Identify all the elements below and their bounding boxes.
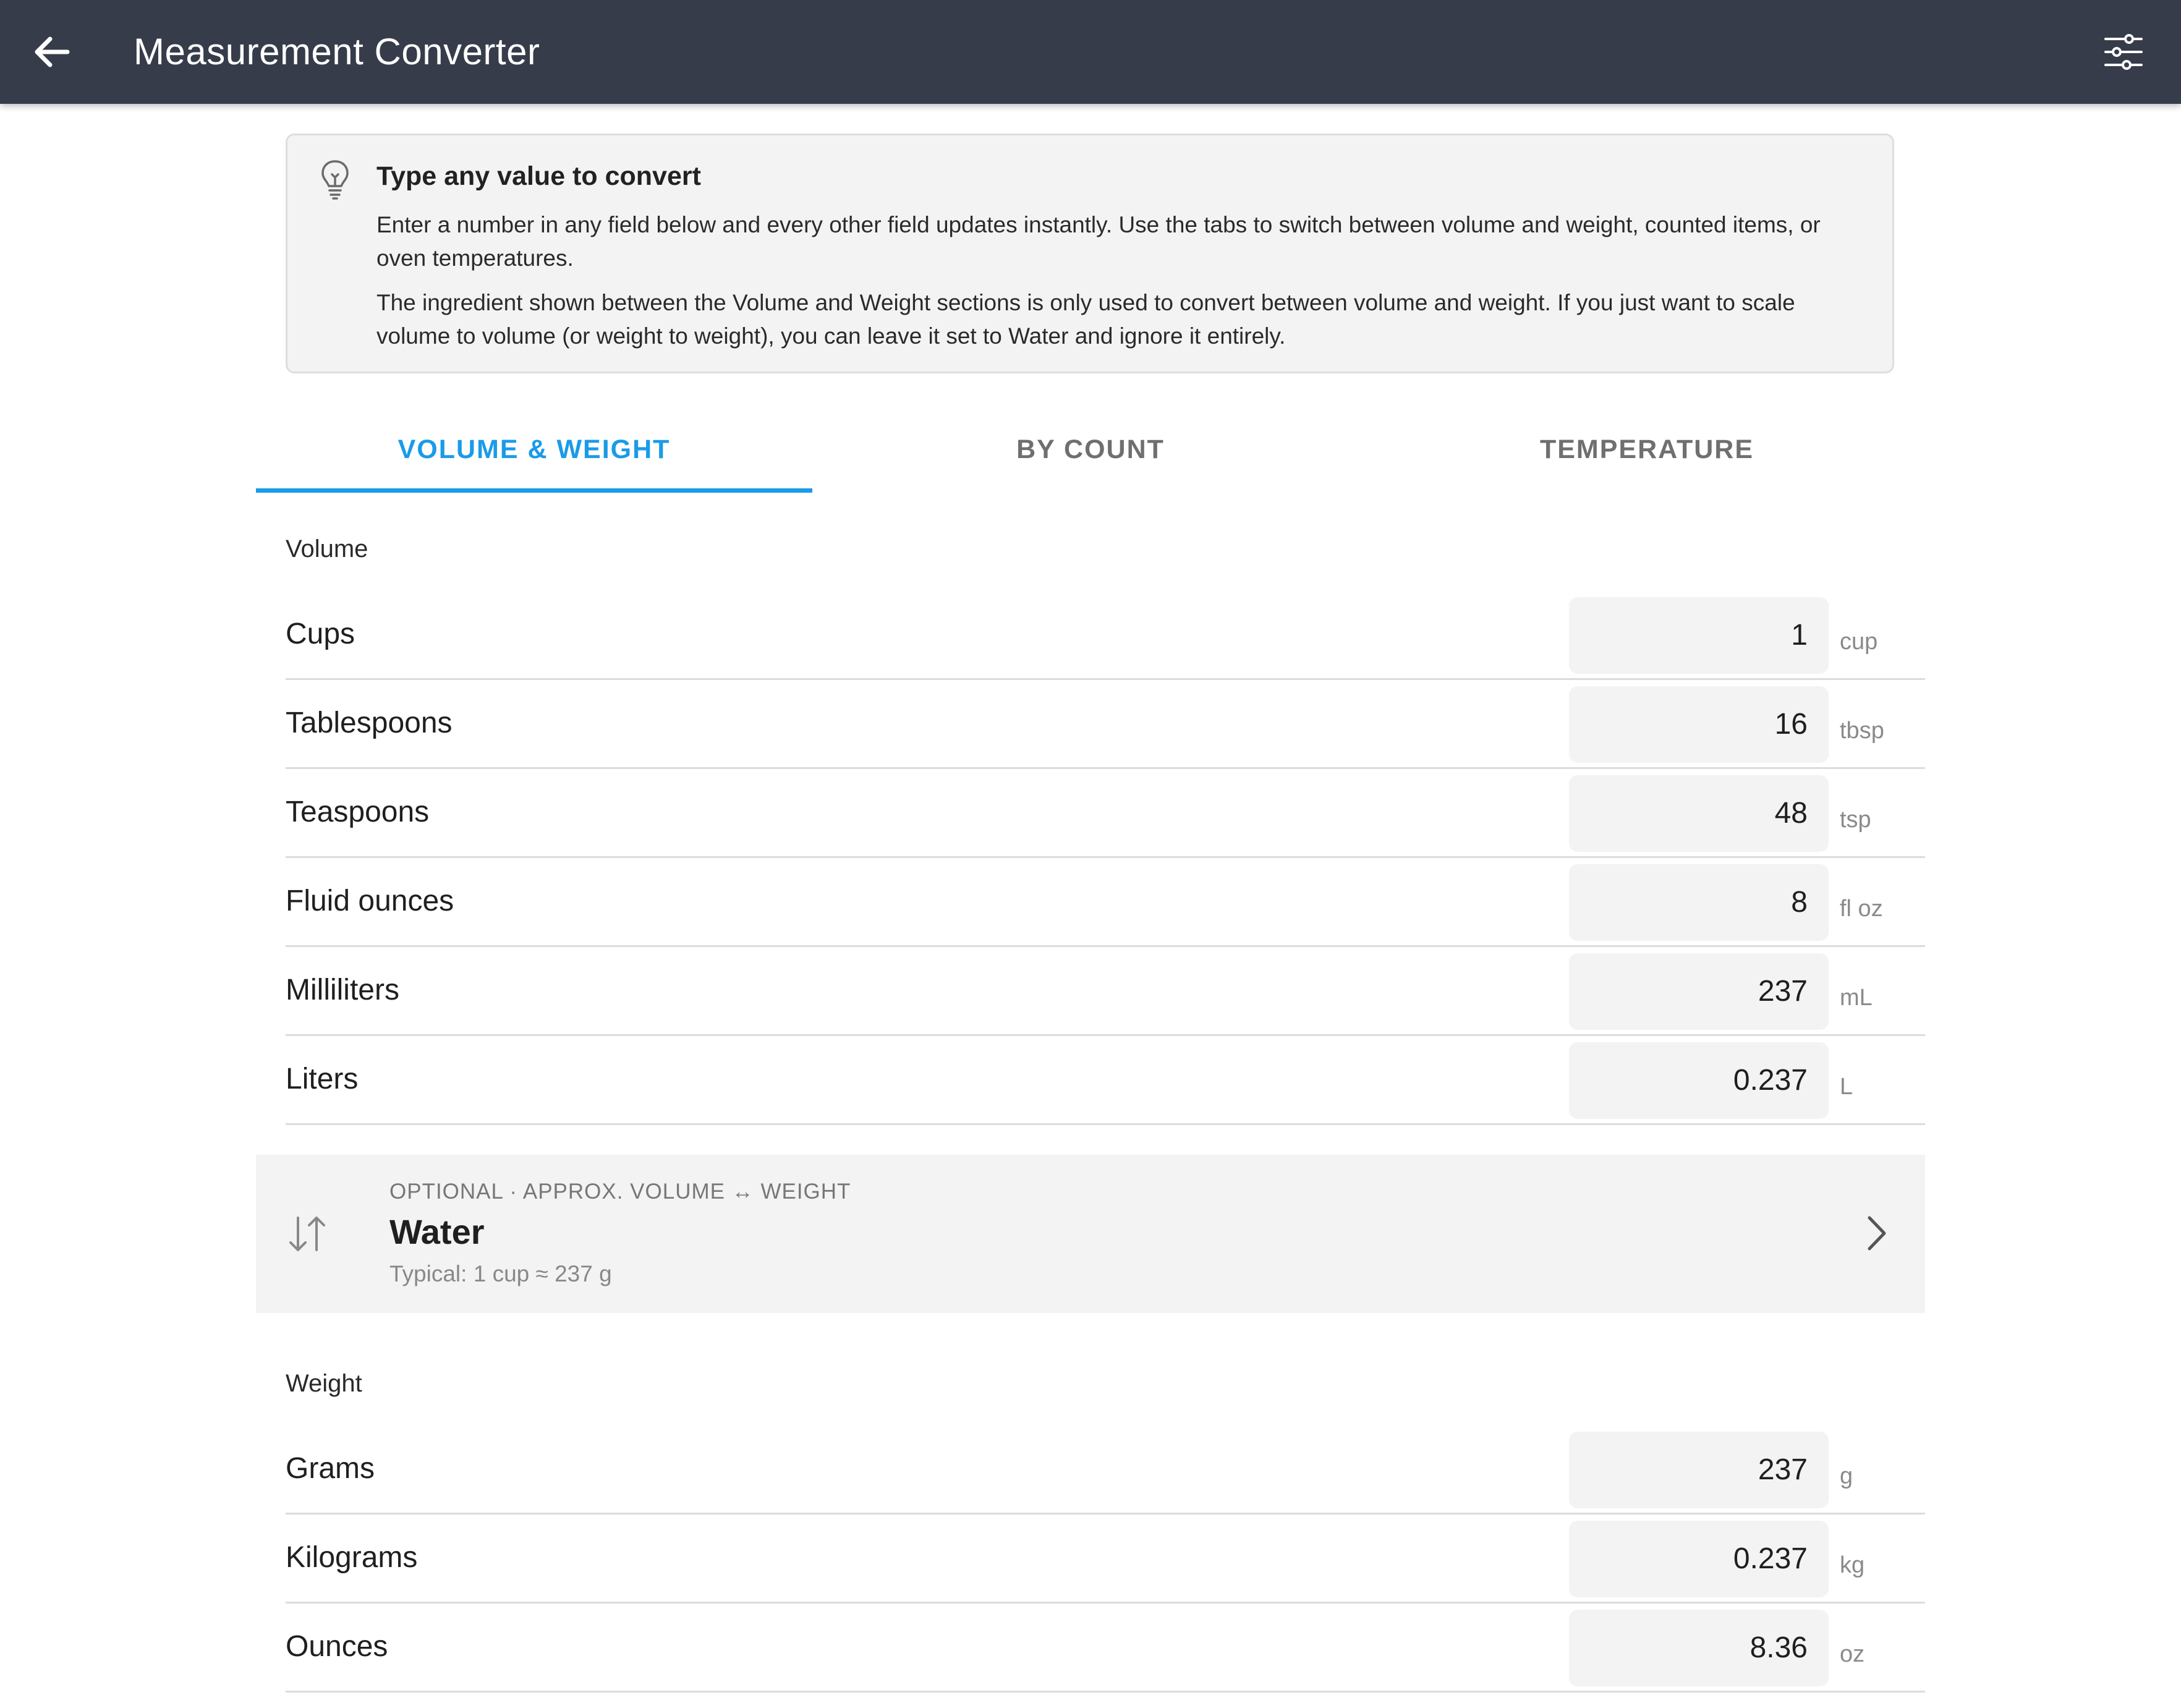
row-label: Ounces xyxy=(286,1630,388,1663)
row-label: Cups xyxy=(286,618,355,650)
info-paragraph-1: Enter a number in any field below and ev… xyxy=(376,212,1821,271)
unit-label: cup xyxy=(1840,629,1878,655)
unit-label: oz xyxy=(1840,1641,1865,1667)
fluid-ounces-input[interactable]: 8 xyxy=(1569,864,1829,941)
kilograms-input[interactable]: 0.237 xyxy=(1569,1521,1829,1597)
row-label: Grams xyxy=(286,1452,375,1485)
cups-input[interactable]: 1 xyxy=(1569,597,1829,674)
swap-vertical-icon xyxy=(286,1214,329,1254)
ingredient-caption: OPTIONAL · APPROX. VOLUME ↔ WEIGHT xyxy=(389,1179,851,1204)
row-cups: Cups 1 cup xyxy=(286,591,1925,680)
ingredient-name: Water xyxy=(389,1212,485,1251)
ingredient-selector[interactable]: OPTIONAL · APPROX. VOLUME ↔ WEIGHT Water… xyxy=(256,1155,1925,1313)
liters-input[interactable]: 0.237 xyxy=(1569,1042,1829,1119)
tab-indicator xyxy=(256,488,812,493)
sliders-icon[interactable] xyxy=(2102,30,2145,74)
lightbulb-icon xyxy=(320,159,351,201)
row-label: Liters xyxy=(286,1063,359,1095)
row-tablespoons: Tablespoons 16 tbsp xyxy=(286,680,1925,769)
row-teaspoons: Teaspoons 48 tsp xyxy=(286,769,1925,858)
row-grams: Grams 237 g xyxy=(286,1425,1925,1515)
row-ounces: Ounces 8.36 oz xyxy=(286,1604,1925,1693)
row-label: Kilograms xyxy=(286,1541,418,1574)
app-bar: Measurement Converter xyxy=(0,0,2181,104)
unit-label: mL xyxy=(1840,985,1873,1011)
row-liters: Liters 0.237 L xyxy=(286,1036,1925,1125)
row-label: Tablespoons xyxy=(286,707,453,739)
tab-volume-weight[interactable]: VOLUME & WEIGHT xyxy=(256,408,812,493)
info-title: Type any value to convert xyxy=(376,161,701,191)
row-milliliters: Milliliters 237 mL xyxy=(286,947,1925,1036)
unit-label: g xyxy=(1840,1463,1853,1489)
chevron-right-icon[interactable] xyxy=(1861,1213,1892,1254)
tab-by-count[interactable]: BY COUNT xyxy=(812,408,1369,493)
info-paragraph-2: The ingredient shown between the Volume … xyxy=(376,290,1795,349)
back-arrow-icon[interactable] xyxy=(28,28,76,76)
row-label: Fluid ounces xyxy=(286,885,454,917)
grams-input[interactable]: 237 xyxy=(1569,1432,1829,1508)
ingredient-typical: Typical: 1 cup ≈ 237 g xyxy=(389,1261,612,1286)
ounces-input[interactable]: 8.36 xyxy=(1569,1610,1829,1686)
row-label: Milliliters xyxy=(286,974,399,1006)
unit-label: tbsp xyxy=(1840,718,1884,744)
info-card: Type any value to convert Enter a number… xyxy=(286,134,1894,373)
unit-label: L xyxy=(1840,1074,1853,1100)
tab-bar: VOLUME & WEIGHT BY COUNT TEMPERATURE xyxy=(256,408,1925,493)
row-fluid-ounces: Fluid ounces 8 fl oz xyxy=(286,858,1925,947)
section-label-weight: Weight xyxy=(286,1370,362,1397)
unit-label: kg xyxy=(1840,1552,1865,1578)
tablespoons-input[interactable]: 16 xyxy=(1569,686,1829,763)
teaspoons-input[interactable]: 48 xyxy=(1569,775,1829,852)
unit-label: tsp xyxy=(1840,807,1871,833)
row-label: Teaspoons xyxy=(286,796,430,828)
section-label-volume: Volume xyxy=(286,535,368,563)
milliliters-input[interactable]: 237 xyxy=(1569,953,1829,1030)
unit-label: fl oz xyxy=(1840,896,1883,922)
app-title: Measurement Converter xyxy=(134,31,540,72)
row-kilograms: Kilograms 0.237 kg xyxy=(286,1515,1925,1604)
tab-temperature[interactable]: TEMPERATURE xyxy=(1369,408,1925,493)
